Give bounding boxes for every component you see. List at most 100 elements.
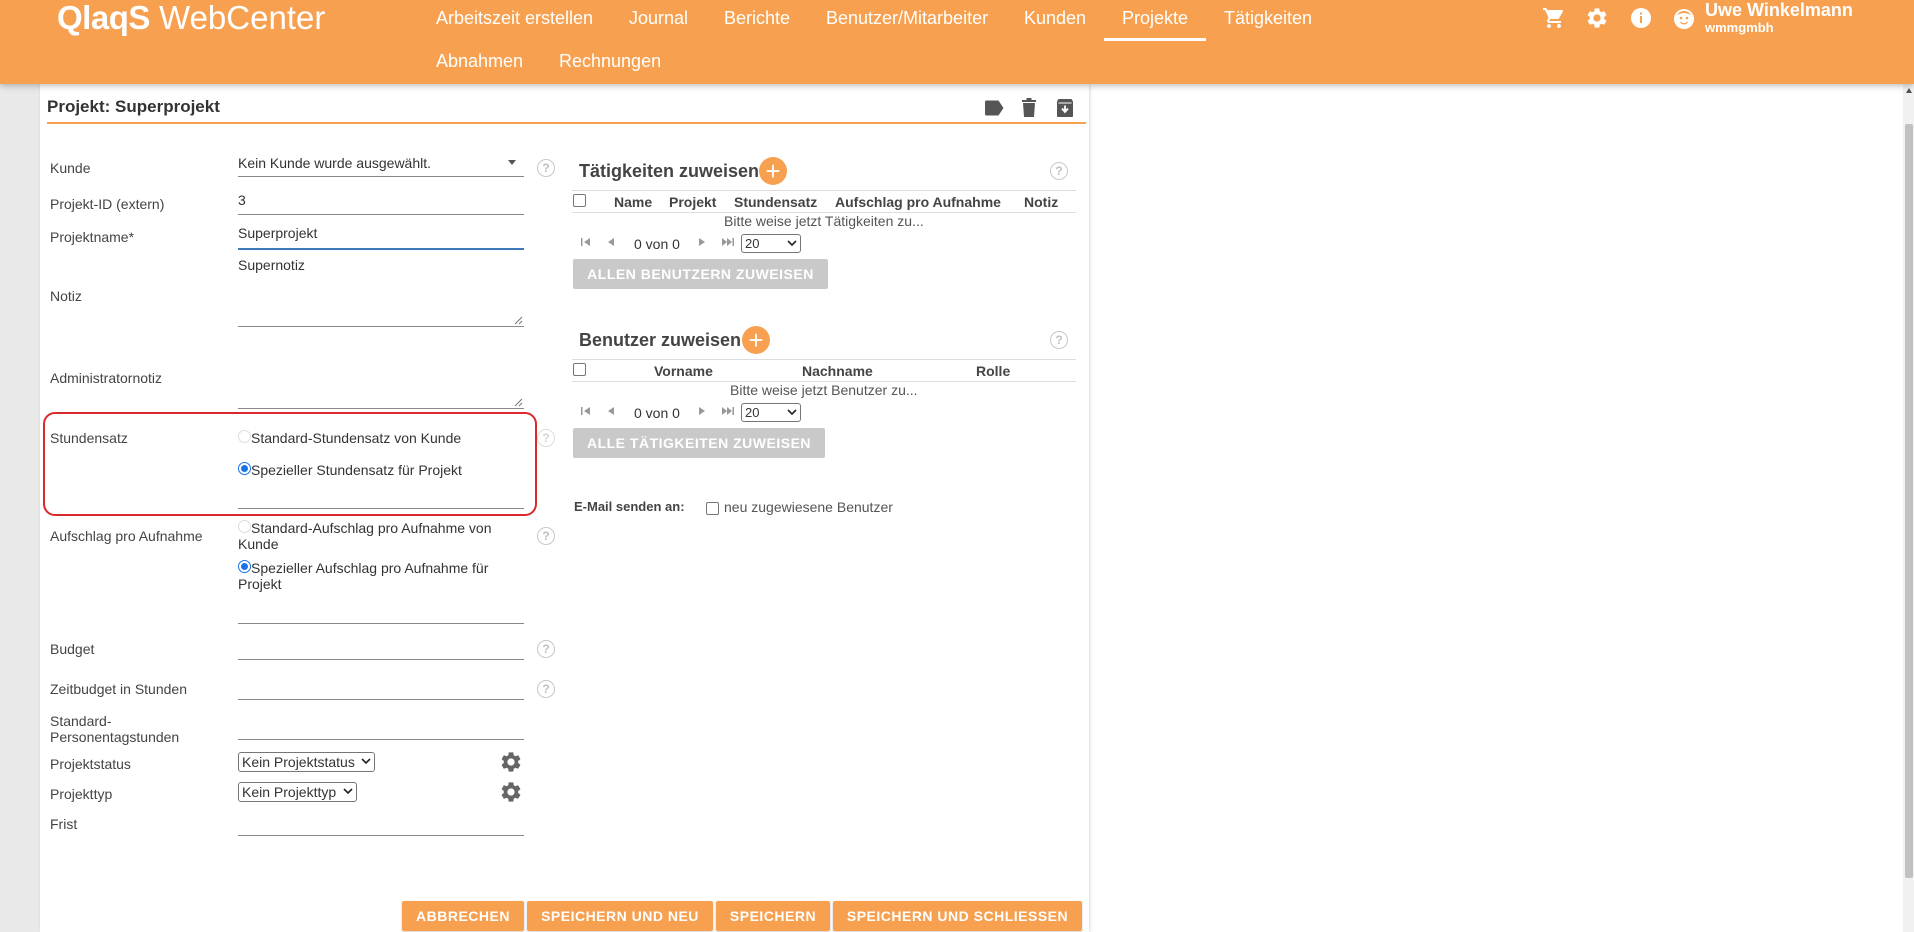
page-title: Projekt: Superprojekt: [47, 97, 220, 116]
taetigkeiten-empty-message: Bitte weise jetzt Tätigkeiten zu...: [724, 213, 924, 229]
aufschlag-speziell-radio[interactable]: [238, 560, 251, 573]
archive-icon[interactable]: [1054, 97, 1076, 119]
administratornotiz-label: Administratornotiz: [50, 370, 163, 386]
user-name[interactable]: Uwe Winkelmann: [1705, 0, 1853, 20]
projektname-label: Projektname*: [50, 229, 135, 245]
chevron-down-icon: [361, 758, 371, 765]
first-page-icon[interactable]: [579, 404, 593, 418]
taetigkeiten-select-all-checkbox[interactable]: [573, 194, 586, 207]
projekttyp-select[interactable]: Kein Projekttyp: [238, 782, 357, 802]
benutzer-page-size-select[interactable]: 20: [741, 403, 801, 422]
nav-rechnungen[interactable]: Rechnungen: [559, 51, 661, 71]
info-icon[interactable]: [1628, 5, 1654, 31]
nav-berichte[interactable]: Berichte: [724, 8, 790, 28]
column-header-name[interactable]: Name: [614, 194, 652, 210]
user-organization: wmmgmbh: [1705, 20, 1774, 35]
chevron-down-icon: [343, 788, 353, 795]
standard-personentagstunden-label-2: Personentagstunden: [50, 729, 180, 745]
projektstatus-gear-icon[interactable]: [499, 750, 523, 774]
taetigkeiten-page-size-value: 20: [745, 236, 760, 251]
zeitbudget-input[interactable]: [238, 699, 524, 700]
standard-personentagstunden-input[interactable]: [238, 739, 524, 740]
projekt-id-label: Projekt-ID (extern): [50, 196, 165, 212]
benutzer-select-all-checkbox[interactable]: [573, 363, 586, 376]
previous-page-icon[interactable]: [604, 404, 618, 418]
nav-kunden[interactable]: Kunden: [1024, 8, 1086, 28]
logo-brand: QlaqS: [57, 0, 150, 36]
trash-icon[interactable]: [1018, 97, 1040, 119]
nav-projekte[interactable]: Projekte: [1122, 8, 1188, 28]
aufschlag-speziell-text-2: Projekt: [238, 576, 282, 592]
aufschlag-standard-radio[interactable]: [238, 520, 251, 533]
avatar-icon[interactable]: [1671, 6, 1697, 32]
notiz-resize-handle[interactable]: [514, 316, 523, 325]
first-page-icon[interactable]: [579, 235, 593, 249]
page-scrollbar-thumb[interactable]: [1905, 124, 1913, 878]
projektstatus-select[interactable]: Kein Projektstatus: [238, 752, 375, 772]
frist-input[interactable]: [238, 835, 524, 836]
column-header-aufschlag[interactable]: Aufschlag pro Aufnahme: [835, 194, 1001, 210]
cart-icon[interactable]: [1541, 5, 1567, 31]
alle-taetigkeiten-zuweisen-button[interactable]: ALLE TÄTIGKEITEN ZUWEISEN: [573, 428, 825, 458]
add-taetigkeit-button[interactable]: +: [759, 157, 787, 185]
neu-zugewiesene-benutzer-label[interactable]: neu zugewiesene Benutzer: [724, 499, 893, 515]
next-page-icon[interactable]: [695, 235, 709, 249]
taetigkeiten-title: Tätigkeiten zuweisen: [579, 161, 760, 181]
neu-zugewiesene-benutzer-checkbox[interactable]: [706, 502, 719, 515]
column-header-nachname[interactable]: Nachname: [802, 363, 873, 379]
abbrechen-button[interactable]: ABBRECHEN: [402, 901, 524, 931]
notiz-textarea[interactable]: Supernotiz: [238, 257, 305, 273]
administratornotiz-resize-handle[interactable]: [514, 398, 523, 407]
title-divider: [47, 122, 1086, 124]
gear-icon[interactable]: [1584, 5, 1610, 31]
column-header-projekt[interactable]: Projekt: [669, 194, 716, 210]
speichern-button[interactable]: SPEICHERN: [716, 901, 830, 931]
logo-product: WebCenter: [159, 0, 326, 36]
taetigkeiten-help-icon[interactable]: ?: [1050, 162, 1068, 180]
aufschlag-label: Aufschlag pro Aufnahme: [50, 528, 203, 544]
allen-benutzern-zuweisen-button[interactable]: ALLEN BENUTZERN ZUWEISEN: [573, 259, 828, 289]
standard-personentagstunden-label-1: Standard-: [50, 713, 112, 729]
aufschlag-help-icon[interactable]: ?: [537, 527, 555, 545]
email-senden-label: E-Mail senden an:: [574, 499, 685, 514]
app-logo[interactable]: QlaqS WebCenter: [57, 0, 325, 36]
benutzer-table-header: Vorname Nachname Rolle: [572, 359, 1076, 382]
previous-page-icon[interactable]: [604, 235, 618, 249]
projekt-id-input[interactable]: 3: [238, 192, 246, 208]
chevron-down-icon[interactable]: [508, 160, 516, 165]
speichern-und-schliessen-button[interactable]: SPEICHERN UND SCHLIESSEN: [833, 901, 1082, 931]
add-benutzer-button[interactable]: +: [742, 326, 770, 354]
nav-abnahmen[interactable]: Abnahmen: [436, 51, 523, 71]
chevron-down-icon: [787, 409, 797, 416]
budget-help-icon[interactable]: ?: [537, 640, 555, 658]
last-page-icon[interactable]: [721, 404, 735, 418]
nav-taetigkeiten[interactable]: Tätigkeiten: [1224, 8, 1312, 28]
column-header-rolle[interactable]: Rolle: [976, 363, 1010, 379]
kunde-help-icon[interactable]: ?: [537, 159, 555, 177]
nav-journal[interactable]: Journal: [629, 8, 688, 28]
taetigkeiten-page-size-select[interactable]: 20: [741, 234, 801, 253]
nav-benutzer-mitarbeiter[interactable]: Benutzer/Mitarbeiter: [826, 8, 988, 28]
stundensatz-help-icon[interactable]: ?: [537, 429, 555, 447]
aufschlag-input[interactable]: [238, 623, 524, 624]
column-header-vorname[interactable]: Vorname: [654, 363, 713, 379]
tag-icon[interactable]: [983, 97, 1005, 119]
next-page-icon[interactable]: [695, 404, 709, 418]
column-header-stundensatz[interactable]: Stundensatz: [734, 194, 817, 210]
zeitbudget-help-icon[interactable]: ?: [537, 680, 555, 698]
frist-label: Frist: [50, 816, 78, 832]
speichern-und-neu-button[interactable]: SPEICHERN UND NEU: [527, 901, 713, 931]
chevron-down-icon: [787, 240, 797, 247]
last-page-icon[interactable]: [721, 235, 735, 249]
budget-input[interactable]: [238, 659, 524, 660]
projektstatus-label: Projektstatus: [50, 756, 131, 772]
nav-arbeitszeit-erstellen[interactable]: Arbeitszeit erstellen: [436, 8, 593, 28]
column-header-notiz[interactable]: Notiz: [1024, 194, 1058, 210]
zeitbudget-label: Zeitbudget in Stunden: [50, 681, 187, 697]
kunde-select[interactable]: Kein Kunde wurde ausgewählt.: [238, 155, 431, 171]
benutzer-help-icon[interactable]: ?: [1050, 331, 1068, 349]
projekttyp-gear-icon[interactable]: [499, 780, 523, 804]
scroll-up-icon[interactable]: [1904, 86, 1914, 96]
projektname-input[interactable]: Superprojekt: [238, 225, 317, 241]
aufschlag-standard-text-2: Kunde: [238, 536, 279, 552]
